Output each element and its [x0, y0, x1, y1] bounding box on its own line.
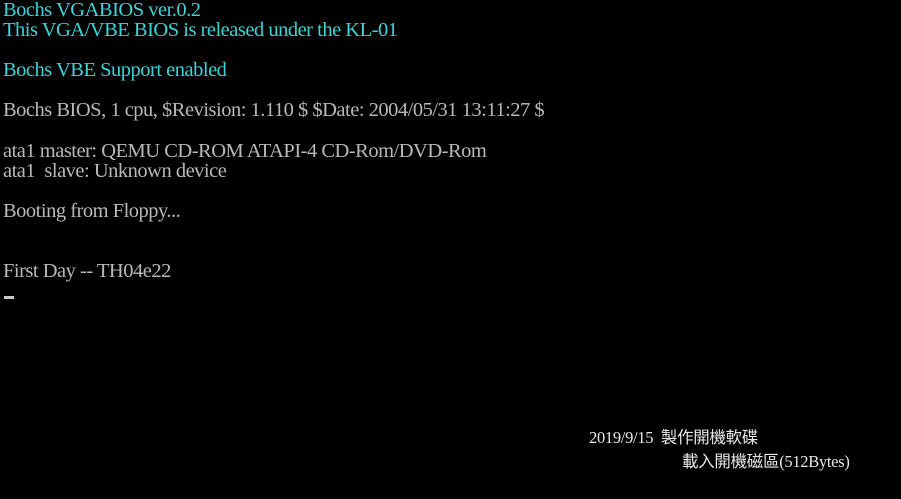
bios-revision-line: Bochs BIOS, 1 cpu, $Revision: 1.110 $ $D…	[3, 99, 545, 121]
ata-slave-line: ata1 slave: Unknown device	[3, 160, 227, 182]
text-cursor	[4, 296, 14, 299]
console-screen: Bochs VGABIOS ver.0.2 This VGA/VBE BIOS …	[0, 0, 901, 499]
boot-status-line: Booting from Floppy...	[3, 200, 181, 222]
license-line: This VGA/VBE BIOS is released under the …	[3, 19, 398, 41]
vbe-support-line: Bochs VBE Support enabled	[3, 59, 227, 81]
caption-line-boot-sector: 載入開機磁區(512Bytes)	[682, 452, 850, 471]
caption-line-date: 2019/9/15 製作開機軟碟	[589, 428, 759, 447]
first-day-message-line: First Day -- TH04e22	[3, 260, 171, 282]
vgabios-version-line: Bochs VGABIOS ver.0.2	[3, 0, 201, 21]
ata-master-line: ata1 master: QEMU CD-ROM ATAPI-4 CD-Rom/…	[3, 140, 487, 162]
